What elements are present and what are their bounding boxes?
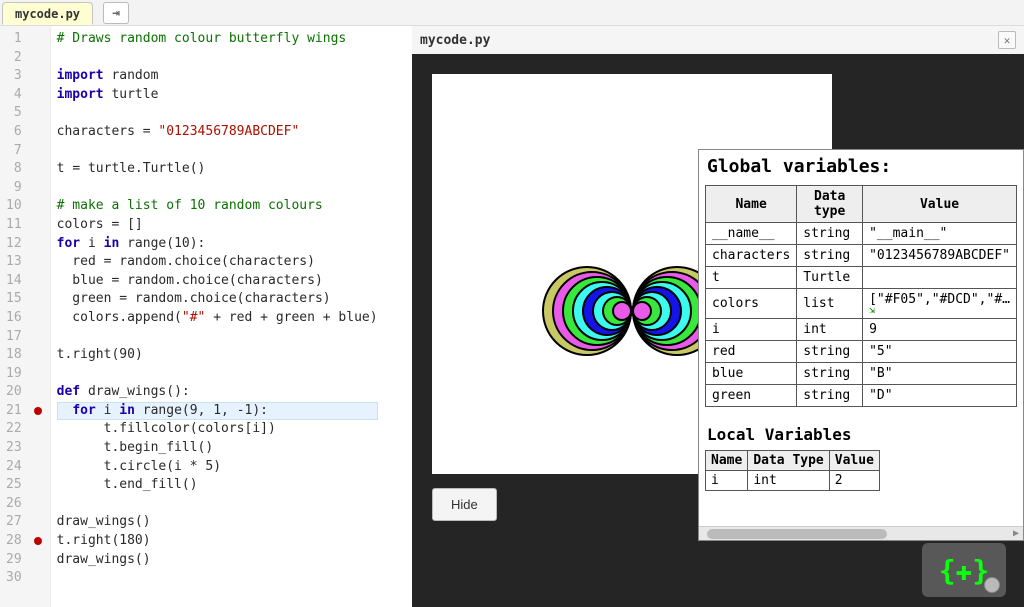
- code-line[interactable]: colors.append("#" + red + green + blue): [57, 309, 378, 328]
- close-icon[interactable]: ✕: [998, 31, 1016, 49]
- panel-hscrollbar[interactable]: ▶: [699, 526, 1023, 540]
- code-line[interactable]: characters = "0123456789ABCDEF": [57, 123, 378, 142]
- line-number[interactable]: 17: [6, 328, 22, 347]
- code-line[interactable]: t.circle(i * 5): [57, 458, 378, 477]
- code-line[interactable]: draw_wings(): [57, 551, 378, 570]
- line-number[interactable]: 6: [6, 123, 22, 142]
- line-number[interactable]: 28: [6, 532, 22, 551]
- tab-mycode[interactable]: mycode.py: [2, 2, 93, 25]
- variables-panel[interactable]: Global variables: Name Data type Value _…: [698, 149, 1024, 541]
- code-line[interactable]: t.right(180): [57, 532, 378, 551]
- butterfly-drawing: [552, 266, 712, 356]
- line-number[interactable]: 15: [6, 290, 22, 309]
- code-line[interactable]: t.right(90): [57, 346, 378, 365]
- code-line[interactable]: for i in range(9, 1, -1):: [57, 402, 378, 421]
- line-number[interactable]: 20: [6, 383, 22, 402]
- code-line[interactable]: t.end_fill(): [57, 476, 378, 495]
- line-number[interactable]: 26: [6, 495, 22, 514]
- globals-table: Name Data type Value __name__string"__ma…: [705, 185, 1017, 407]
- code-line[interactable]: [57, 495, 378, 514]
- table-row: redstring"5": [706, 341, 1017, 363]
- line-number[interactable]: 24: [6, 458, 22, 477]
- lcol-value: Value: [829, 451, 879, 471]
- globals-title: Global variables:: [699, 150, 1023, 183]
- line-number[interactable]: 4: [6, 86, 22, 105]
- code-line[interactable]: import random: [57, 67, 378, 86]
- line-number[interactable]: 25: [6, 476, 22, 495]
- scrollbar-thumb[interactable]: [707, 529, 887, 539]
- line-number[interactable]: 21: [6, 402, 22, 421]
- line-number[interactable]: 16: [6, 309, 22, 328]
- line-number[interactable]: 18: [6, 346, 22, 365]
- hide-button[interactable]: Hide: [432, 488, 497, 521]
- line-gutter: 1234567891011121314151617181920212223242…: [0, 26, 51, 607]
- line-number[interactable]: 14: [6, 272, 22, 291]
- tab-bar: mycode.py ⇥: [0, 0, 1024, 26]
- code-line[interactable]: [57, 569, 378, 588]
- lcol-name: Name: [706, 451, 748, 471]
- code-line[interactable]: import turtle: [57, 86, 378, 105]
- code-line[interactable]: # make a list of 10 random colours: [57, 197, 378, 216]
- line-number[interactable]: 9: [6, 179, 22, 198]
- line-number[interactable]: 3: [6, 67, 22, 86]
- code-line[interactable]: t.begin_fill(): [57, 439, 378, 458]
- code-line[interactable]: [57, 328, 378, 347]
- brace-icon: {✚}: [939, 554, 990, 587]
- line-number[interactable]: 19: [6, 365, 22, 384]
- output-titlebar: mycode.py ✕: [412, 26, 1024, 54]
- code-area[interactable]: # Draws random colour butterfly wings im…: [51, 26, 378, 607]
- step-button[interactable]: ⇥: [103, 2, 129, 24]
- col-type: Data type: [797, 186, 863, 223]
- code-line[interactable]: for i in range(10):: [57, 235, 378, 254]
- code-line[interactable]: colors = []: [57, 216, 378, 235]
- output-title: mycode.py: [420, 33, 490, 48]
- table-row: iint9: [706, 319, 1017, 341]
- line-number[interactable]: 30: [6, 569, 22, 588]
- line-number[interactable]: 7: [6, 142, 22, 161]
- locals-title: Local Variables: [699, 415, 1023, 450]
- code-line[interactable]: def draw_wings():: [57, 383, 378, 402]
- line-number[interactable]: 27: [6, 513, 22, 532]
- col-value: Value: [863, 186, 1017, 223]
- expand-icon[interactable]: ⇲: [869, 307, 1010, 315]
- line-number[interactable]: 12: [6, 235, 22, 254]
- output-panel: mycode.py ✕ Hide Global variables: Name …: [412, 26, 1024, 607]
- code-line[interactable]: t.fillcolor(colors[i]): [57, 420, 378, 439]
- code-line[interactable]: [57, 49, 378, 68]
- helper-gadget[interactable]: {✚}: [922, 543, 1006, 597]
- table-row: bluestring"B": [706, 363, 1017, 385]
- line-number[interactable]: 11: [6, 216, 22, 235]
- col-name: Name: [706, 186, 797, 223]
- lcol-type: Data Type: [748, 451, 829, 471]
- line-number[interactable]: 5: [6, 104, 22, 123]
- line-number[interactable]: 13: [6, 253, 22, 272]
- code-line[interactable]: t = turtle.Turtle(): [57, 160, 378, 179]
- code-line[interactable]: green = random.choice(characters): [57, 290, 378, 309]
- code-line[interactable]: draw_wings(): [57, 513, 378, 532]
- line-number[interactable]: 23: [6, 439, 22, 458]
- line-number[interactable]: 22: [6, 420, 22, 439]
- table-row: tTurtle: [706, 267, 1017, 289]
- avatar-icon: [984, 577, 1000, 593]
- line-number[interactable]: 10: [6, 197, 22, 216]
- line-number[interactable]: 8: [6, 160, 22, 179]
- code-line[interactable]: # Draws random colour butterfly wings: [57, 30, 378, 49]
- scroll-right-icon[interactable]: ▶: [1013, 528, 1019, 539]
- line-number[interactable]: 2: [6, 49, 22, 68]
- code-line[interactable]: [57, 365, 378, 384]
- code-editor[interactable]: 1234567891011121314151617181920212223242…: [0, 26, 412, 607]
- line-number[interactable]: 29: [6, 551, 22, 570]
- table-row: colorslist["#F05","#DCD","#…⇲: [706, 289, 1017, 319]
- code-line[interactable]: [57, 104, 378, 123]
- table-row: greenstring"D": [706, 385, 1017, 407]
- table-row: __name__string"__main__": [706, 223, 1017, 245]
- line-number[interactable]: 1: [6, 30, 22, 49]
- locals-table: Name Data Type Value iint2: [705, 450, 880, 491]
- table-row: iint2: [706, 471, 880, 491]
- code-line[interactable]: red = random.choice(characters): [57, 253, 378, 272]
- table-row: charactersstring"0123456789ABCDEF": [706, 245, 1017, 267]
- code-line[interactable]: blue = random.choice(characters): [57, 272, 378, 291]
- code-line[interactable]: [57, 142, 378, 161]
- code-line[interactable]: [57, 179, 378, 198]
